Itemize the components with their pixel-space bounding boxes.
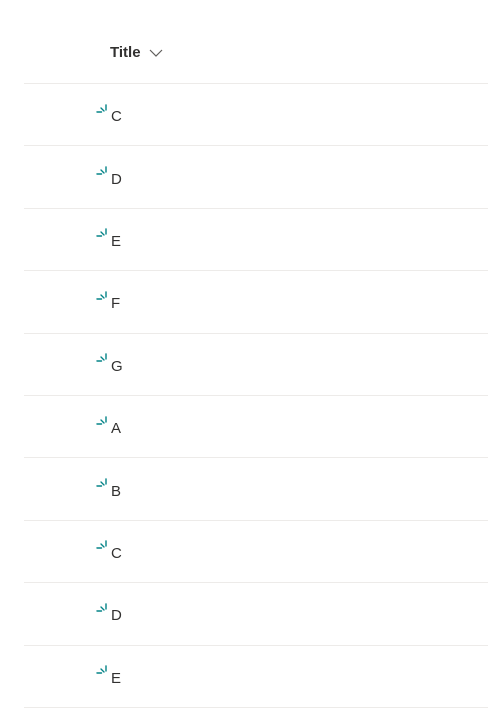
item-title-link[interactable]: F — [111, 295, 120, 312]
item-title-link[interactable]: E — [111, 233, 121, 250]
title-cell[interactable]: E — [96, 664, 121, 687]
list-item[interactable]: D — [24, 146, 488, 209]
title-column-header[interactable]: Title — [110, 44, 163, 61]
title-cell[interactable]: F — [96, 291, 120, 312]
item-title-link[interactable]: D — [111, 171, 122, 188]
list-item[interactable]: C — [24, 521, 488, 584]
new-item-sparkle-icon — [96, 165, 110, 179]
list-item[interactable]: A — [24, 396, 488, 459]
list-item[interactable]: D — [24, 583, 488, 646]
new-item-sparkle-icon — [96, 227, 110, 241]
list-item[interactable]: E — [24, 646, 488, 708]
title-cell[interactable]: D — [96, 165, 122, 188]
title-cell[interactable]: E — [96, 227, 121, 250]
item-title-link[interactable]: G — [111, 358, 123, 375]
list-item[interactable]: B — [24, 458, 488, 521]
new-item-sparkle-icon — [96, 477, 110, 491]
title-cell[interactable]: A — [96, 415, 121, 437]
list-item[interactable]: G — [24, 334, 488, 396]
item-title-link[interactable]: B — [111, 483, 121, 500]
title-cell[interactable]: C — [96, 539, 122, 562]
item-title-link[interactable]: C — [111, 545, 122, 562]
new-item-sparkle-icon — [96, 664, 110, 678]
new-item-sparkle-icon — [96, 290, 110, 304]
list-view: Title C D E F G A B C D E — [24, 22, 488, 708]
title-cell[interactable]: C — [96, 103, 122, 125]
item-title-link[interactable]: A — [111, 420, 121, 437]
title-cell[interactable]: D — [96, 603, 122, 624]
new-item-sparkle-icon — [96, 103, 110, 117]
list-item[interactable]: E — [24, 209, 488, 272]
item-title-link[interactable]: D — [111, 607, 122, 624]
list-item[interactable]: F — [24, 271, 488, 334]
item-title-link[interactable]: C — [111, 108, 122, 125]
new-item-sparkle-icon — [96, 539, 110, 553]
column-header-row: Title — [24, 22, 488, 84]
title-column-label: Title — [110, 44, 141, 61]
chevron-down-icon[interactable] — [149, 48, 163, 58]
title-cell[interactable]: B — [96, 477, 121, 500]
list-item[interactable]: C — [24, 84, 488, 147]
title-cell[interactable]: G — [96, 352, 123, 375]
new-item-sparkle-icon — [96, 415, 110, 429]
item-title-link[interactable]: E — [111, 670, 121, 687]
new-item-sparkle-icon — [96, 352, 110, 366]
list-rows: C D E F G A B C D E — [24, 84, 488, 708]
new-item-sparkle-icon — [96, 602, 110, 616]
